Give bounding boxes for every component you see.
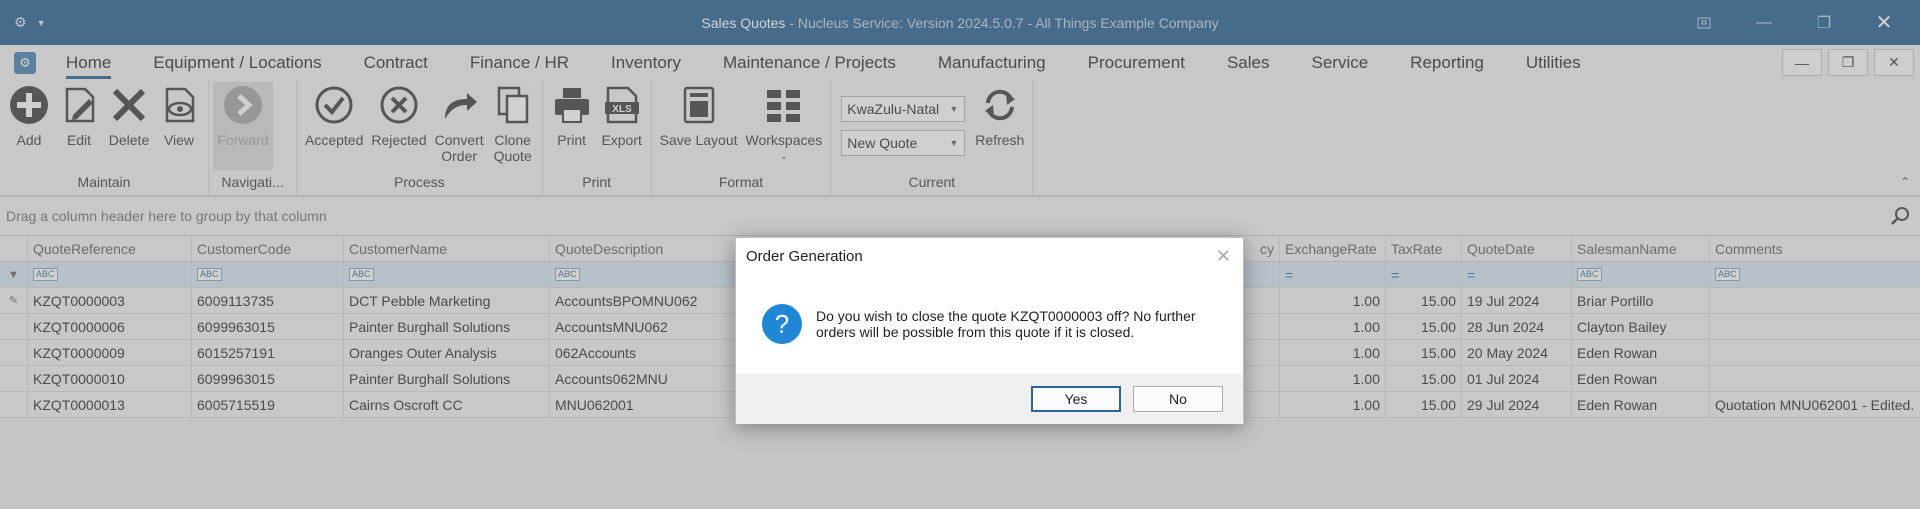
- yes-button[interactable]: Yes: [1031, 386, 1121, 412]
- no-button[interactable]: No: [1133, 386, 1223, 412]
- dialog-body: ? Do you wish to close the quote KZQT000…: [736, 274, 1243, 374]
- dialog-message-line2: orders will be possible from this quote …: [816, 324, 1135, 340]
- dialog-footer: Yes No: [736, 374, 1243, 424]
- dialog-message: Do you wish to close the quote KZQT00000…: [816, 308, 1216, 340]
- dialog-close-icon[interactable]: ✕: [1216, 246, 1231, 267]
- question-icon: ?: [762, 304, 802, 344]
- dialog-title: Order Generation: [746, 247, 863, 265]
- order-generation-dialog: Order Generation ✕ ? Do you wish to clos…: [735, 237, 1244, 424]
- dialog-message-line1: Do you wish to close the quote KZQT00000…: [816, 308, 1196, 324]
- app-window: ⚙ ▼ Sales Quotes - Nucleus Service: Vers…: [0, 0, 1920, 509]
- dialog-title-bar: Order Generation ✕: [736, 238, 1243, 274]
